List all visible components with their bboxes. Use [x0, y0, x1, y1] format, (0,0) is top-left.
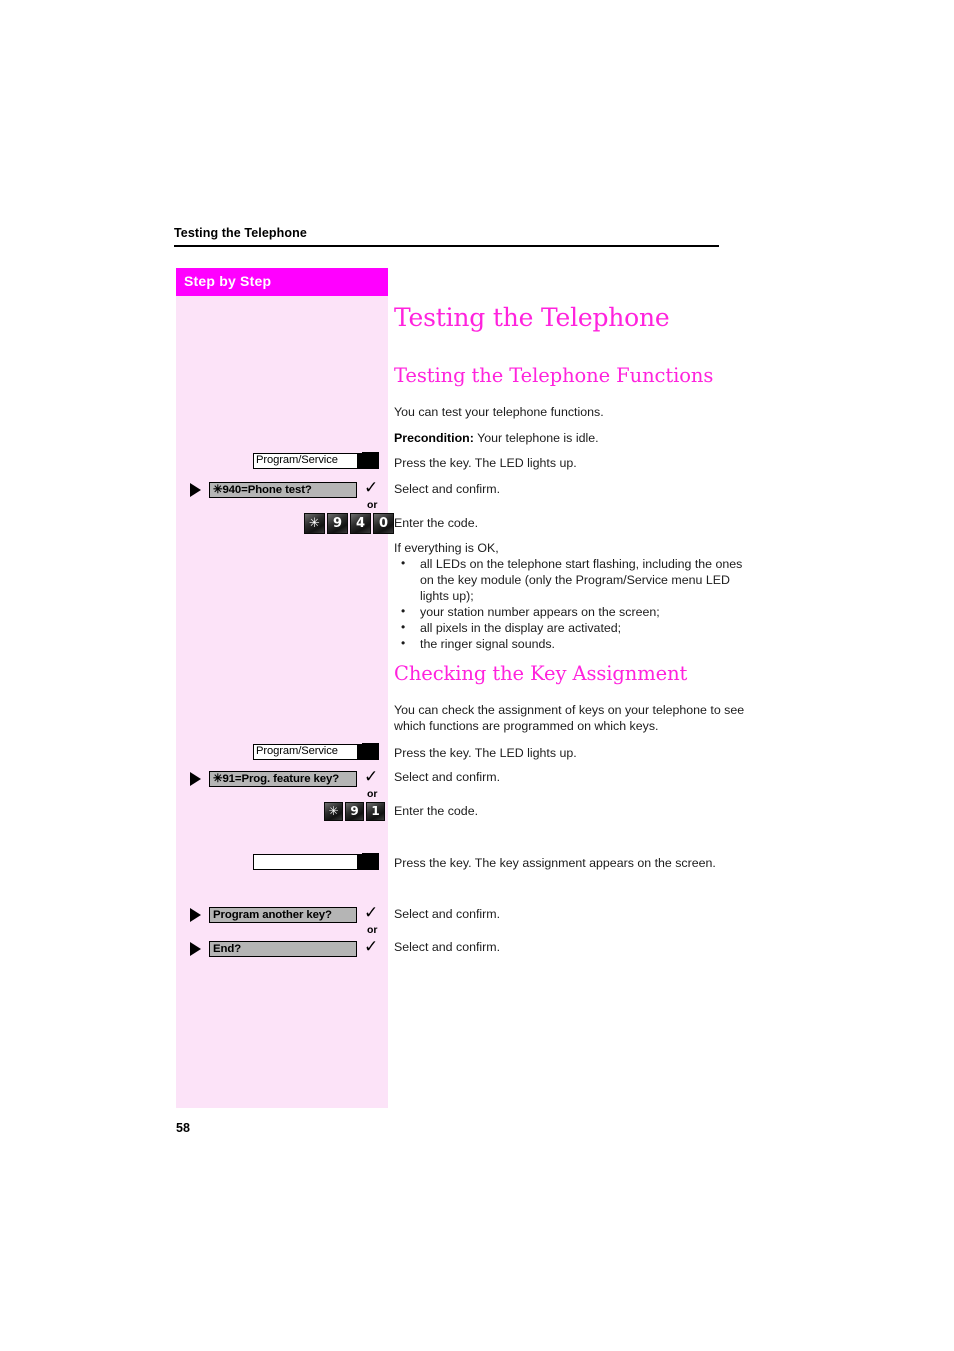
confirm-check-icon-prog-feature-key[interactable]: ✓ — [364, 769, 378, 786]
confirm-check-icon-program-another-key[interactable]: ✓ — [364, 905, 378, 922]
keycap-9[interactable]: 9 — [345, 802, 364, 821]
header-rule — [174, 245, 719, 247]
step-by-step-panel — [176, 268, 388, 1108]
step-row-code-91: ✳ 9 1 — [176, 802, 388, 823]
keypad-code-940[interactable]: ✳ 9 4 0 — [304, 513, 394, 534]
keycap-1[interactable]: 1 — [366, 802, 385, 821]
step-row-prog-feature-key: ✳91=Prog. feature key? ✓ or — [176, 769, 388, 800]
intro-paragraph-1: You can test your telephone functions. — [394, 405, 604, 419]
display-option-prog-feature-key[interactable]: ✳91=Prog. feature key? — [209, 771, 357, 787]
step-row-program-service-1: Program/Service — [176, 452, 388, 474]
precondition-text: Your telephone is idle. — [473, 431, 599, 445]
result-intro: If everything is OK, — [394, 541, 499, 555]
document-page: Testing the Telephone Step by Step Testi… — [0, 0, 954, 1351]
precondition-paragraph: Precondition: Your telephone is idle. — [394, 430, 750, 446]
keypad-code-91[interactable]: ✳ 9 1 — [324, 802, 385, 821]
step-by-step-label: Step by Step — [184, 273, 272, 289]
list-item: all pixels in the display are activated; — [394, 619, 754, 636]
select-arrow-icon-program-another-key — [190, 908, 201, 922]
keycap-asterisk[interactable]: ✳ — [324, 802, 343, 821]
keycap-9[interactable]: 9 — [327, 513, 348, 534]
annotation-end: Select and confirm. — [394, 940, 501, 954]
confirm-check-icon-phone-test[interactable]: ✓ — [364, 480, 378, 497]
result-bullet-list: all LEDs on the telephone start flashing… — [394, 555, 754, 652]
confirm-check-icon-end[interactable]: ✓ — [364, 939, 378, 956]
select-arrow-icon-prog-feature-key — [190, 772, 201, 786]
running-header: Testing the Telephone — [174, 226, 307, 240]
step-row-phone-test: ✳940=Phone test? ✓ or — [176, 480, 388, 511]
display-option-phone-test[interactable]: ✳940=Phone test? — [209, 482, 357, 498]
page-number: 58 — [176, 1121, 190, 1135]
step-by-step-banner: Step by Step — [176, 268, 388, 296]
function-key-label-program-service-1[interactable]: Program/Service — [253, 453, 358, 469]
step-row-blank-key — [176, 853, 388, 875]
step-row-program-another-key: Program another key? ✓ or — [176, 905, 388, 936]
chapter-title: Testing the Telephone — [394, 303, 670, 332]
function-key-label-program-service-2[interactable]: Program/Service — [253, 744, 358, 760]
function-key-led-3 — [362, 853, 379, 870]
list-item: your station number appears on the scree… — [394, 603, 754, 620]
annotation-blank-key: Press the key. The key assignment appear… — [394, 856, 716, 870]
select-arrow-icon-end — [190, 942, 201, 956]
annotation-phone-test: Select and confirm. — [394, 482, 501, 496]
keycap-asterisk[interactable]: ✳ — [304, 513, 325, 534]
keycap-4[interactable]: 4 — [350, 513, 371, 534]
function-key-led-1 — [362, 452, 379, 469]
annotation-program-service-1: Press the key. The LED lights up. — [394, 456, 577, 470]
step-row-code-940: ✳ 9 4 0 — [176, 513, 394, 536]
or-label-1: or — [367, 499, 378, 511]
keycap-0[interactable]: 0 — [373, 513, 394, 534]
step-row-program-service-2: Program/Service — [176, 743, 388, 765]
list-item: the ringer signal sounds. — [394, 635, 754, 652]
display-option-end[interactable]: End? — [209, 941, 357, 957]
or-label-3: or — [367, 924, 378, 936]
function-key-led-2 — [362, 743, 379, 760]
section-title-key-assignment: Checking the Key Assignment — [394, 662, 688, 685]
section-title-testing-functions: Testing the Telephone Functions — [394, 364, 714, 387]
function-key-label-blank[interactable] — [253, 854, 358, 870]
step-row-end: End? ✓ — [176, 939, 388, 961]
annotation-prog-feature-key: Select and confirm. — [394, 770, 501, 784]
precondition-label: Precondition: — [394, 431, 474, 445]
display-option-program-another-key[interactable]: Program another key? — [209, 907, 357, 923]
annotation-program-service-2: Press the key. The LED lights up. — [394, 746, 577, 760]
or-label-2: or — [367, 788, 378, 800]
intro-paragraph-2: You can check the assignment of keys on … — [394, 703, 745, 733]
annotation-code-940: Enter the code. — [394, 516, 479, 530]
annotation-program-another-key: Select and confirm. — [394, 907, 501, 921]
annotation-code-91: Enter the code. — [394, 804, 479, 818]
select-arrow-icon-phone-test — [190, 483, 201, 497]
list-item: all LEDs on the telephone start flashing… — [394, 555, 754, 604]
